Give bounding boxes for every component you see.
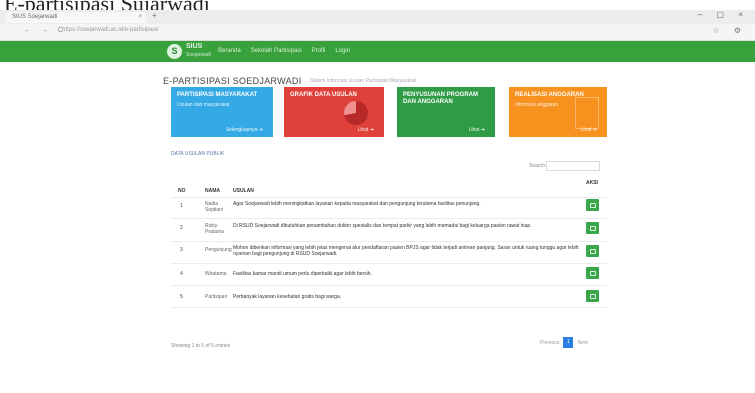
row-usulan: Di RSUD Soejarwadi dibutuhkan penambahan…: [233, 223, 532, 229]
search-label: Search:: [529, 163, 547, 169]
row-number: 2: [180, 225, 183, 231]
row-number: 5: [180, 294, 183, 300]
window-controls[interactable]: – ▢ ×: [698, 10, 749, 19]
navigation-buttons[interactable]: ← → C: [24, 27, 67, 34]
card-title: Penyusunan Program dan Anggaran: [403, 92, 479, 105]
document-icon: [575, 97, 599, 129]
row-usulan: Mohon diberikan informasi yang lebih jel…: [233, 245, 579, 257]
card-title: Partisipasi Masyarakat: [177, 92, 258, 98]
search-input[interactable]: [546, 161, 600, 171]
row-divider: [171, 263, 607, 264]
pie-chart-icon: [344, 101, 368, 125]
breadcrumb: Sistem Informasi Usulan Partisipasi Masy…: [310, 78, 416, 84]
card-more-link[interactable]: Selengkapnya ➔: [226, 127, 263, 133]
pagination-page[interactable]: 1: [563, 337, 574, 348]
row-divider: [171, 307, 607, 308]
new-tab-button[interactable]: +: [152, 11, 157, 20]
column-header-nama[interactable]: NAMA: [205, 188, 220, 194]
column-header-no[interactable]: NO: [178, 188, 186, 194]
row-name: Pengunjung: [205, 247, 232, 253]
row-usulan: Fasilitas kamar mandi umum perlu diperba…: [233, 271, 372, 277]
row-usulan: Agar Soejarwadi lebih meningkatkan layan…: [233, 201, 481, 207]
row-divider: [171, 218, 607, 219]
table-info: Showing 1 to 5 of 5 entries: [171, 343, 231, 349]
browser-tab[interactable]: SIUS Soejarwadi ×: [6, 12, 146, 23]
brand-subtitle: Soejarwadi: [186, 52, 211, 58]
menu-item-profil[interactable]: Profil: [312, 48, 326, 54]
address-bar: ← → C https://soejarwadi.ac.id/e-partisi…: [0, 24, 755, 41]
row-name: Nadia Septiani: [205, 201, 224, 213]
card-more-link[interactable]: Lihat ➔: [358, 127, 374, 133]
pagination-next[interactable]: Next: [577, 340, 587, 346]
card-realisasi[interactable]: Realisasi Anggaran Informasi anggaran Li…: [509, 87, 607, 137]
url-field[interactable]: https://soejarwadi.ac.id/e-partisipasi/: [62, 27, 159, 33]
pagination: Previous 1 Next: [540, 337, 588, 348]
site-header: S SIUS Soejarwadi Beranda Sekolah Partis…: [0, 41, 755, 62]
browser-window: SIUS Soejarwadi × + – ▢ × ← → C https://…: [0, 10, 755, 393]
section-title: DATA USULAN PUBLIK: [171, 151, 225, 157]
row-divider: [171, 285, 607, 286]
column-header-aksi: AKSI: [586, 180, 598, 186]
close-icon[interactable]: ×: [138, 12, 142, 23]
tab-bar: SIUS Soejarwadi × + – ▢ ×: [0, 10, 755, 24]
view-button[interactable]: [586, 267, 599, 279]
row-name: Rizky Pratama: [205, 223, 224, 235]
row-number: 1: [180, 203, 183, 209]
table-header-divider: [171, 197, 607, 198]
page-title: E-PARTISIPASI SOEDJARWADI: [163, 76, 302, 86]
main-menu: Beranda Sekolah Partisipasi Profil Login: [218, 48, 350, 54]
row-number: 4: [180, 271, 183, 277]
row-usulan: Perbanyak layanan kesehatan gratis bagi …: [233, 294, 342, 300]
tab-title: SIUS Soejarwadi: [12, 14, 58, 20]
menu-item-sekolah[interactable]: Sekolah Partisipasi: [251, 48, 302, 54]
row-name: Wiratama: [205, 271, 227, 277]
address-bar-icons[interactable]: ☆ ⚙: [712, 26, 747, 35]
logo-icon[interactable]: S: [167, 44, 182, 59]
menu-item-login[interactable]: Login: [335, 48, 350, 54]
pagination-previous[interactable]: Previous: [540, 340, 559, 346]
view-button[interactable]: [586, 245, 599, 257]
row-divider: [171, 241, 607, 242]
view-button[interactable]: [586, 290, 599, 302]
web-page: S SIUS Soejarwadi Beranda Sekolah Partis…: [0, 41, 755, 393]
card-partisipasi[interactable]: Partisipasi Masyarakat Usulan dari masya…: [171, 87, 273, 137]
card-more-link[interactable]: Lihat ➔: [581, 127, 597, 133]
row-number: 3: [180, 247, 183, 253]
card-title: Grafik Data Usulan: [290, 92, 357, 98]
column-header-usulan[interactable]: USULAN: [233, 188, 254, 194]
card-grafik[interactable]: Grafik Data Usulan Lihat ➔: [284, 87, 384, 137]
card-program[interactable]: Penyusunan Program dan Anggaran Lihat ➔: [397, 87, 495, 137]
brand-name: SIUS: [186, 43, 203, 50]
menu-item-beranda[interactable]: Beranda: [218, 48, 241, 54]
card-more-link[interactable]: Lihat ➔: [469, 127, 485, 133]
view-button[interactable]: [586, 199, 599, 211]
row-name: Partisipan: [205, 294, 228, 300]
view-button[interactable]: [586, 222, 599, 234]
card-subtitle: Usulan dari masyarakat: [177, 102, 230, 108]
